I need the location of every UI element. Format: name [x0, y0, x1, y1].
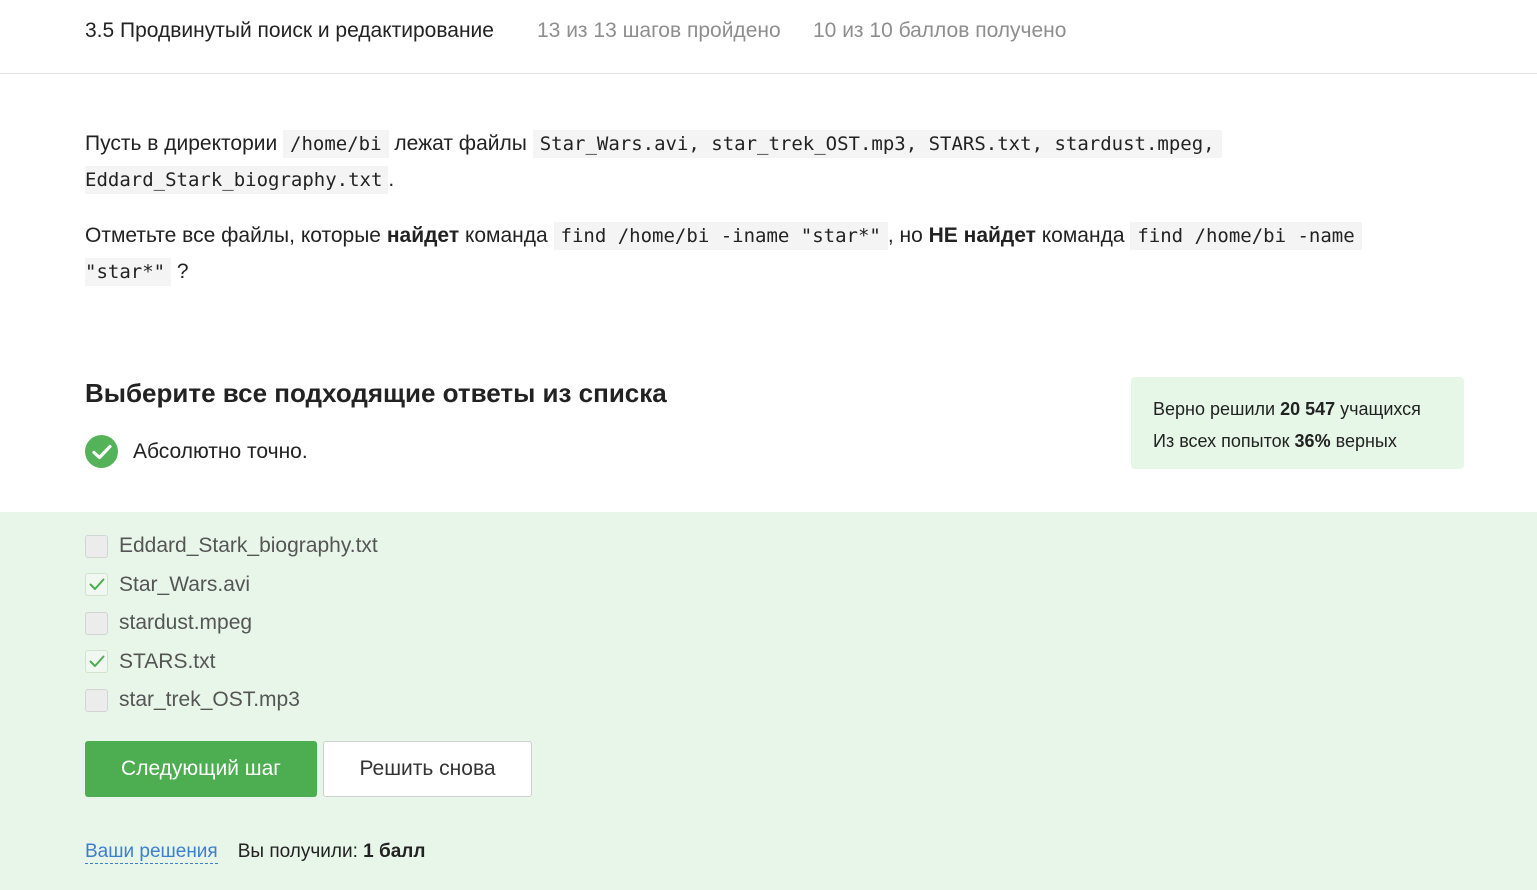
option-label: STARS.txt: [119, 649, 216, 673]
answer-option[interactable]: Star_Wars.avi: [85, 566, 378, 605]
stats-label: Из всех попыток: [1153, 431, 1295, 451]
steps-progress: 13 из 13 шагов пройдено: [537, 19, 781, 42]
answer-option[interactable]: star_trek_OST.mp3: [85, 681, 378, 720]
stats-label: учащихся: [1335, 399, 1421, 419]
checkbox[interactable]: [85, 534, 108, 558]
code-find-iname: find /home/bi -iname "star*": [553, 222, 888, 250]
code-file-list: Star_Wars.avi, star_trek_OST.mp3, STARS.…: [532, 130, 1222, 158]
checkbox-checked[interactable]: [85, 573, 108, 597]
solve-stats: Верно решили 20 547 учащихся Из всех поп…: [1131, 377, 1464, 469]
stats-attempts-line: Из всех попыток 36% верных: [1153, 425, 1442, 457]
score-progress: 10 из 10 баллов получено: [813, 19, 1067, 42]
step-header: 3.5 Продвинутый поиск и редактирование 1…: [0, 0, 1537, 74]
code-find-name: find /home/bi -name: [1130, 222, 1362, 250]
option-label: Star_Wars.avi: [119, 572, 251, 596]
retry-button[interactable]: Решить снова: [323, 741, 532, 797]
option-label: Eddard_Stark_biography.txt: [119, 534, 378, 558]
question-text: Пусть в директории /home/bi лежат файлы …: [85, 126, 1405, 310]
question-text-fragment: команда: [459, 224, 554, 247]
code-find-name-cont: "star*": [85, 258, 172, 286]
checkbox-checked[interactable]: [85, 650, 108, 674]
question-paragraph-task: Отметьте все файлы, которые найдет коман…: [85, 218, 1405, 290]
option-label: star_trek_OST.mp3: [119, 688, 300, 712]
code-file-list-cont: Eddard_Stark_biography.txt: [85, 166, 389, 194]
checkbox[interactable]: [85, 688, 108, 712]
question-text-fragment: , но: [887, 224, 929, 247]
answer-option[interactable]: stardust.mpeg: [85, 604, 378, 643]
attempts-percent: 36%: [1294, 431, 1331, 451]
answer-options: Eddard_Stark_biography.txt Star_Wars.avi…: [85, 527, 378, 720]
question-emphasis: НЕ найдет: [928, 224, 1036, 247]
question-paragraph-files: Пусть в директории /home/bi лежат файлы …: [85, 126, 1405, 198]
points-value: 1 балл: [363, 841, 426, 862]
code-path: /home/bi: [283, 130, 389, 158]
question-text-fragment: Отметьте все файлы, которые: [85, 224, 387, 247]
solved-count: 20 547: [1280, 399, 1336, 419]
question-text-fragment: .: [388, 168, 395, 191]
checkmark-icon: [89, 578, 104, 591]
points-received: Вы получили: 1 балл: [238, 841, 426, 864]
answers-heading: Выберите все подходящие ответы из списка: [85, 378, 667, 408]
question-text-fragment: Пусть в директории: [85, 132, 284, 155]
feedback-text: Абсолютно точно.: [133, 439, 308, 463]
answer-option[interactable]: STARS.txt: [85, 643, 378, 682]
check-circle-icon: [85, 435, 118, 468]
answer-option[interactable]: Eddard_Stark_biography.txt: [85, 527, 378, 566]
question-emphasis: найдет: [386, 224, 460, 247]
stats-label: верных: [1330, 431, 1397, 451]
stats-label: Верно решили: [1153, 399, 1281, 419]
checkmark-icon: [89, 655, 104, 668]
question-text-fragment: команда: [1035, 224, 1131, 247]
checkbox[interactable]: [85, 611, 108, 635]
feedback-correct: Абсолютно точно.: [85, 435, 308, 468]
question-text-fragment: лежат файлы: [388, 132, 533, 155]
your-solutions-link[interactable]: Ваши решения: [85, 841, 218, 864]
lesson-title[interactable]: 3.5 Продвинутый поиск и редактирование: [85, 19, 494, 43]
question-text-fragment: ?: [171, 260, 189, 283]
result-footer: Ваши решения Вы получили: 1 балл: [85, 841, 425, 864]
option-label: stardust.mpeg: [119, 611, 253, 635]
next-step-button[interactable]: Следующий шаг: [85, 741, 317, 797]
points-label: Вы получили:: [237, 841, 364, 862]
stats-solved-line: Верно решили 20 547 учащихся: [1153, 393, 1442, 425]
